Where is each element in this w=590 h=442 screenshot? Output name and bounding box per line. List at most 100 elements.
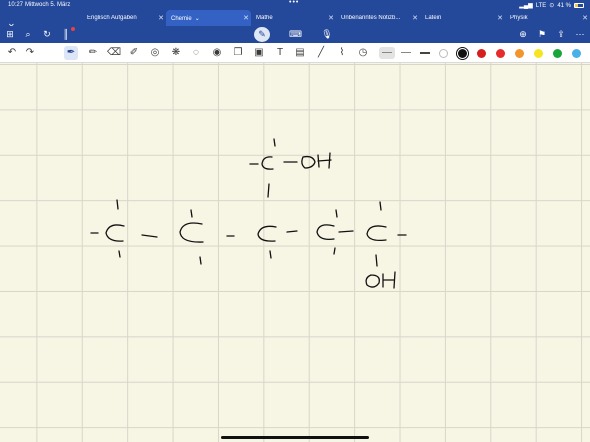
search-icon[interactable]: ⌕ [22,28,34,40]
tab-unbenanntes-notizbuch[interactable]: Unbenanntes Notizb... ✕ [336,10,420,26]
handwriting-strokes [90,138,407,289]
stroke [118,250,121,258]
network-label: LTE [535,2,547,9]
highlighter-icon[interactable]: ✐ [127,46,141,60]
tab-label: Unbenanntes Notizb... [341,15,401,21]
lasso-icon[interactable]: ◌ [189,46,203,60]
stroke [269,250,272,259]
status-bar: 10:27 Mittwoch 5. März ••• ▂▄▆ LTE ⊙ 41 … [0,0,590,10]
stroke [261,156,274,170]
shape-icon[interactable]: ◎ [148,46,162,60]
thickness-thin-line [382,52,392,53]
stroke [286,230,298,233]
scan-icon[interactable]: ▤ [293,46,307,60]
ruler-icon[interactable]: ╱ [314,46,328,60]
share-icon[interactable]: ⇪ [555,28,567,40]
note-canvas[interactable] [0,63,590,442]
color-swatch-black[interactable] [458,49,467,58]
stroke [301,155,316,169]
status-right: ▂▄▆ LTE ⊙ 41 % [519,2,584,9]
pencil-icon[interactable]: ✏ [86,46,100,60]
tab-label: Mathe [256,15,273,21]
tab-bar: ✕ Englisch Aufgaben ✕ Chemie⌄ ✕ Mathe ✕ … [0,10,590,31]
chevron-down-icon: ⌄ [194,15,200,22]
stroke [190,209,193,218]
recording-indicator [71,27,75,31]
battery-icon [574,3,584,8]
timer-icon[interactable]: ◷ [356,46,370,60]
image-icon[interactable]: ▣ [252,46,266,60]
rotate-icon[interactable]: ↻ [41,28,53,40]
tab-close-icon[interactable]: ✕ [156,14,166,22]
pipette-icon[interactable]: ⌇ [335,46,349,60]
tab-label: Englisch Aufgaben [87,15,137,21]
tab-close-icon[interactable]: ✕ [326,14,336,22]
thickness-medium-button[interactable] [401,52,411,53]
battery-fill [575,4,579,7]
stroke [316,224,335,240]
stroke [366,225,387,242]
status-time: 10:27 [8,2,24,8]
home-indicator[interactable] [221,436,369,439]
undo-icon[interactable]: ↶ [5,46,19,60]
tab-englisch-aufgaben[interactable]: Englisch Aufgaben ✕ [82,10,166,26]
tab-label: Physik [510,15,528,21]
tab-latein[interactable]: Latein ✕ [420,10,505,26]
text-icon[interactable]: T [273,46,287,60]
sticker-icon[interactable]: ❐ [231,46,245,60]
color-swatch-red[interactable] [496,49,505,58]
tab-close-icon[interactable]: ✕ [580,14,590,22]
tab-label: Chemie ⌄ [171,15,241,22]
tab-chemie[interactable]: Chemie ⌄ ✕ [166,10,251,26]
add-page-icon[interactable]: ⊕ [517,28,529,40]
stroke [199,256,202,265]
thickness-thin-button[interactable] [379,47,395,59]
tab-close-icon[interactable]: ✕ [241,14,251,22]
bookmark-icon[interactable]: ⚑ [536,28,548,40]
keyboard-icon[interactable]: ⌨ [289,28,302,40]
stroke [257,225,277,242]
stroke [375,254,378,267]
multitasking-dots-icon[interactable]: ••• [289,0,299,6]
color-swatch-yellow[interactable] [534,49,543,58]
color-swatch-dark-red[interactable] [477,49,486,58]
stroke [382,271,396,289]
laser-icon[interactable]: ◉ [210,46,224,60]
stroke [179,222,204,243]
mic-icon[interactable]: 🎙 [321,28,333,40]
eraser-icon[interactable]: ⌫ [107,46,121,60]
location-icon: ⊙ [549,3,555,9]
color-swatch-orange[interactable] [515,49,524,58]
tab-physik[interactable]: Physik ✕ [505,10,590,26]
thickness-thick-button[interactable] [420,52,430,54]
pencil-mode-icon[interactable]: ✎ [254,27,270,42]
stroke [141,234,158,238]
signal-icon: ▂▄▆ [519,3,533,9]
color-swatch-green[interactable] [553,49,562,58]
battery-label: 41 % [557,2,571,9]
stroke [338,230,354,233]
stroke [335,209,338,218]
pen-icon[interactable]: ✒ [64,46,78,60]
tab-close-icon[interactable]: ✕ [495,14,505,22]
color-swatch-white[interactable] [439,49,448,58]
stroke [317,152,332,169]
elements-icon[interactable]: ❋ [169,46,183,60]
nav-bar: ⊞ ⌕ ↻ ║ ✎ ⌨ 🎙 ⊕ ⚑ ⇪ ⋯ [0,26,590,43]
stroke [273,138,276,147]
stroke [379,201,382,211]
tab-close-icon[interactable]: ✕ [410,14,420,22]
status-date: Mittwoch 5. März [25,2,71,8]
tab-label: Latein [425,15,442,21]
grid-icon[interactable]: ⊞ [4,28,16,40]
stroke [365,274,380,288]
stroke [267,183,270,198]
tab-label-text: Chemie [171,15,192,22]
drawing-toolbar: ↶ ↷ ✒ ✏ ⌫ ✐ ◎ ❋ ◌ ◉ ❐ ▣ T ▤ ╱ ⌇ ◷ [0,43,590,63]
more-icon[interactable]: ⋯ [574,28,586,40]
color-swatch-light-blue[interactable] [572,49,581,58]
tab-mathe[interactable]: Mathe ✕ [251,10,336,26]
stroke [105,224,125,242]
stroke [333,247,336,255]
redo-icon[interactable]: ↷ [23,46,37,60]
